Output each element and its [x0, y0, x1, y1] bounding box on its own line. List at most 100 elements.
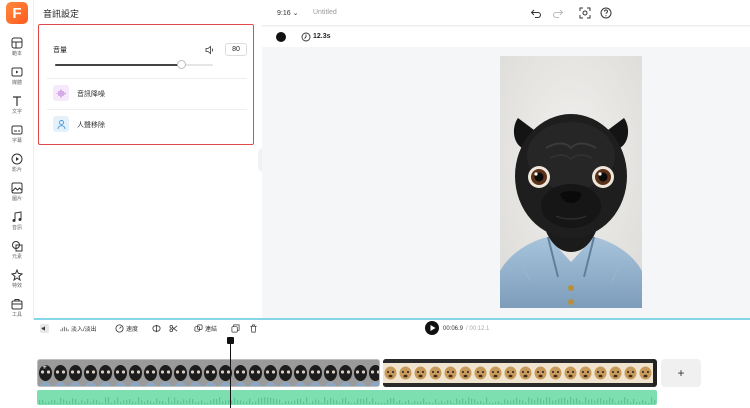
- feature-vocal-remove[interactable]: 人聲移除: [47, 109, 247, 137]
- clip-thumbnail: [368, 360, 379, 386]
- speaker-icon[interactable]: [205, 45, 215, 55]
- clip-thumbnail: [533, 359, 548, 387]
- volume-slider-fill: [55, 64, 182, 66]
- volume-control: 音量 80: [47, 33, 247, 73]
- duplicate-button[interactable]: [231, 324, 242, 333]
- clip-thumbnail: [608, 359, 623, 387]
- video-clip-pug[interactable]: ✳: [37, 359, 380, 387]
- clip-thumbnail: [578, 359, 593, 387]
- clip-thumbnail: [488, 359, 503, 387]
- clip-thumbnail: [428, 359, 443, 387]
- clip-thumbnail: [443, 359, 458, 387]
- clip-thumbnail: [323, 360, 338, 386]
- cut-button[interactable]: [169, 324, 180, 333]
- sidebar-item-label: 元素: [11, 254, 22, 260]
- sidebar-item-tools[interactable]: 工具: [0, 298, 34, 324]
- link-button[interactable]: 連結: [194, 324, 217, 333]
- total-time: / 00:12.1: [466, 326, 490, 332]
- clip-thumbnail: [158, 360, 173, 386]
- preview-area: 9:16 ⌄ Untitled 12.3s: [262, 0, 750, 320]
- clip-thumbnail: [263, 360, 278, 386]
- volume-slider-thumb[interactable]: [177, 60, 187, 69]
- elements-icon: [12, 241, 23, 252]
- clip-thumbnail: [503, 359, 518, 387]
- volume-label: 音量: [53, 47, 67, 54]
- video-duration[interactable]: 12.3s: [313, 33, 331, 40]
- aspect-ratio-dropdown[interactable]: 9:16 ⌄: [277, 9, 298, 17]
- sidebar-item-label: 音訊: [11, 225, 22, 231]
- clip-thumbnail: [293, 360, 308, 386]
- audio-settings-box: 音量 80 音訊降噪 人聲移除: [38, 24, 254, 145]
- playhead[interactable]: [230, 338, 231, 408]
- clip-thumbnail: [473, 359, 488, 387]
- undo-icon[interactable]: [530, 7, 542, 19]
- timeline-ruler[interactable]: [34, 338, 750, 356]
- clip-thumbnail: [338, 360, 353, 386]
- clip-thumbnail: [143, 360, 158, 386]
- current-time: 00:06.9: [443, 326, 464, 332]
- sidebar-item-text[interactable]: 文字: [0, 95, 34, 121]
- audio-toggle-button[interactable]: [40, 324, 51, 333]
- screenshot-icon[interactable]: [579, 7, 591, 19]
- clip-thumbnail: [68, 360, 83, 386]
- clip-thumbnail: [518, 359, 533, 387]
- sidebar-item-music[interactable]: 音訊: [0, 211, 34, 237]
- clip-thumbnail: [278, 360, 293, 386]
- sidebar-item-label: 文字: [11, 109, 22, 115]
- sidebar-item-template[interactable]: 範本: [0, 37, 34, 63]
- fade-label: 淡入/淡出: [71, 327, 97, 333]
- speaker-icon: [40, 324, 49, 333]
- sidebar-item-effects[interactable]: 特效: [0, 269, 34, 295]
- sidebar-item-label: 媒體: [11, 80, 22, 86]
- feature-noise-reduction[interactable]: 音訊降噪: [47, 78, 247, 106]
- sidebar-item-subtitle[interactable]: 字幕: [0, 124, 34, 150]
- video-preview-frame[interactable]: [500, 56, 642, 308]
- subtitle-icon: [11, 125, 23, 135]
- media-icon: [11, 67, 23, 77]
- help-icon[interactable]: [600, 7, 612, 19]
- clip-thumbnail: [353, 360, 368, 386]
- redo-icon[interactable]: [552, 7, 564, 19]
- volume-value-input[interactable]: 80: [225, 43, 247, 56]
- clip-thumbnail: [458, 359, 473, 387]
- split-button[interactable]: [152, 324, 163, 333]
- sidebar-item-video[interactable]: 影片: [0, 153, 34, 179]
- volume-slider[interactable]: [55, 60, 213, 69]
- feature-label: 音訊降噪: [77, 91, 105, 98]
- effects-icon: [11, 269, 23, 281]
- video-clip-dog[interactable]: [383, 359, 657, 387]
- background-color-swatch[interactable]: [276, 32, 286, 42]
- canvas-toolbar: 12.3s: [262, 27, 750, 47]
- vocal-remove-icon: [53, 116, 69, 132]
- left-toolbar: F 範本 媒體 文字 字幕 影片 圖片 音訊 元素 特效 工具: [0, 0, 34, 320]
- audio-track[interactable]: [37, 390, 657, 405]
- panel-title: 音訊設定: [43, 9, 80, 19]
- image-icon: [11, 182, 23, 194]
- app-logo[interactable]: F: [6, 2, 28, 24]
- clip-marker-icon: ✳: [42, 365, 48, 371]
- sidebar-item-media[interactable]: 媒體: [0, 66, 34, 92]
- clip-thumbnail: [53, 360, 68, 386]
- audio-waveform: [39, 397, 656, 404]
- audio-settings-panel: 音訊設定 音量 80 音訊降噪 人聲移除: [34, 0, 262, 320]
- timeline-toolbar: 淡入/淡出 速度 連結 00:06.9 / 00:12.1: [34, 320, 750, 338]
- add-clip-button[interactable]: +: [661, 359, 701, 387]
- clip-thumbnail: [593, 359, 608, 387]
- speed-icon: [115, 324, 124, 333]
- clip-thumbnail: [248, 360, 263, 386]
- document-title[interactable]: Untitled: [313, 9, 337, 16]
- speed-label: 速度: [126, 327, 139, 333]
- delete-button[interactable]: [249, 324, 260, 333]
- clip-thumbnail: [188, 360, 203, 386]
- speed-button[interactable]: 速度: [115, 324, 138, 333]
- fade-button[interactable]: 淡入/淡出: [60, 324, 97, 333]
- play-button[interactable]: [425, 321, 439, 335]
- feature-label: 人聲移除: [77, 122, 105, 129]
- sidebar-item-image[interactable]: 圖片: [0, 182, 34, 208]
- clip-thumbnail: [623, 359, 638, 387]
- split-icon: [152, 324, 161, 333]
- clip-thumbnail: [173, 360, 188, 386]
- link-icon: [194, 324, 203, 332]
- sidebar-item-label: 特效: [11, 283, 22, 289]
- sidebar-item-elements[interactable]: 元素: [0, 240, 34, 266]
